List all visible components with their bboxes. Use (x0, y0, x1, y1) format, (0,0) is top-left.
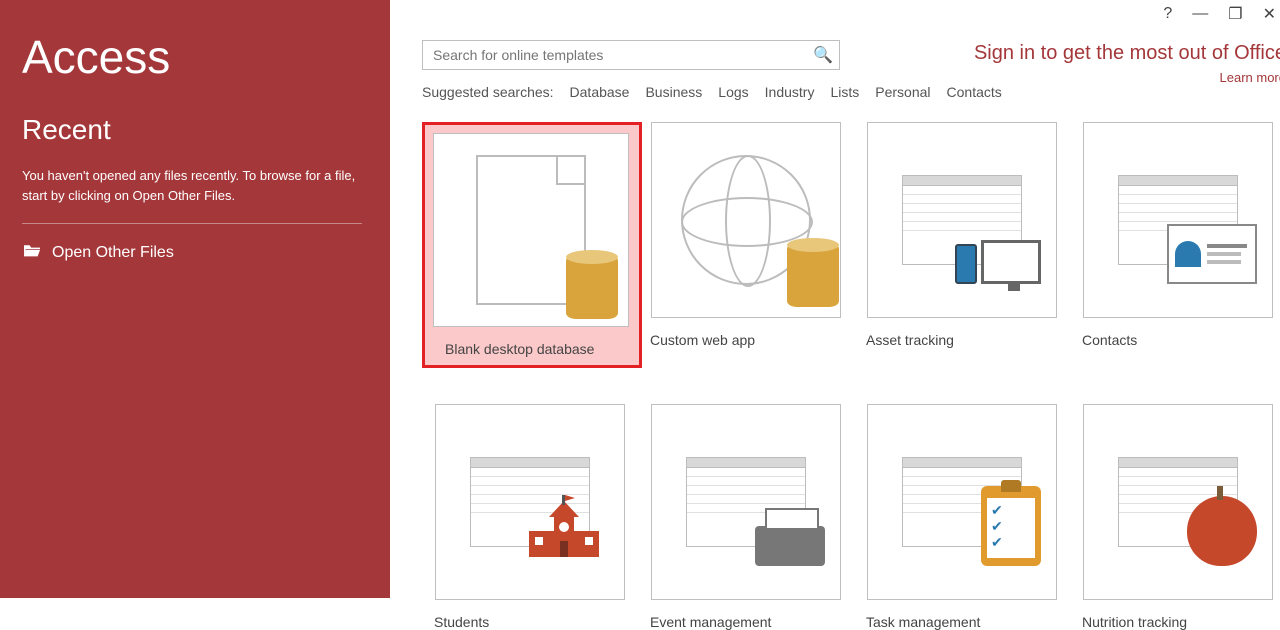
template-label: Event management (638, 614, 854, 630)
folder-open-icon (22, 242, 42, 263)
template-contacts[interactable]: Contacts (1070, 122, 1280, 368)
template-nutrition-tracking[interactable]: Nutrition tracking (1070, 404, 1280, 630)
template-students[interactable]: Students (422, 404, 638, 630)
apple-icon (1187, 496, 1257, 566)
learn-more-link[interactable]: Learn more (974, 70, 1280, 87)
phone-icon (955, 244, 977, 284)
template-asset-tracking[interactable]: Asset tracking (854, 122, 1070, 368)
suggested-link-industry[interactable]: Industry (765, 84, 815, 100)
table-icon (470, 457, 590, 547)
suggested-link-business[interactable]: Business (645, 84, 702, 100)
database-cylinder-icon (787, 243, 839, 307)
monitor-icon (981, 240, 1041, 284)
template-thumb: ✔ ✔ ✔ (867, 404, 1057, 600)
clipboard-icon: ✔ ✔ ✔ (981, 486, 1041, 566)
sign-in-prompt[interactable]: Sign in to get the most out of Office Le… (974, 40, 1280, 87)
search-icon[interactable]: 🔍 (813, 45, 833, 65)
template-label: Nutrition tracking (1070, 614, 1280, 630)
template-label: Custom web app (638, 332, 854, 348)
sign-in-text: Sign in to get the most out of Office (974, 42, 1280, 64)
open-other-files-label: Open Other Files (52, 244, 174, 262)
template-event-management[interactable]: Event management (638, 404, 854, 630)
table-icon (686, 457, 806, 547)
suggested-label: Suggested searches: (422, 84, 554, 100)
suggested-link-personal[interactable]: Personal (875, 84, 930, 100)
suggested-link-database[interactable]: Database (570, 84, 630, 100)
template-label: Contacts (1070, 332, 1280, 348)
template-thumb (1083, 122, 1273, 318)
template-label: Task management (854, 614, 1070, 630)
printer-icon (755, 526, 825, 566)
divider (22, 223, 362, 224)
template-thumb (1083, 404, 1273, 600)
template-label: Students (422, 614, 638, 630)
database-cylinder-icon (566, 255, 618, 319)
open-other-files-button[interactable]: Open Other Files (22, 242, 368, 263)
sidebar: Access Recent You haven't opened any fil… (0, 0, 390, 598)
template-thumb (651, 404, 841, 600)
template-label: Blank desktop database (433, 341, 631, 357)
template-task-management[interactable]: ✔ ✔ ✔ Task management (854, 404, 1070, 630)
recent-message: You haven't opened any files recently. T… (22, 166, 362, 205)
search-input[interactable] (433, 47, 813, 63)
close-button[interactable]: ✕ (1263, 4, 1276, 24)
template-blank-desktop-database[interactable]: Blank desktop database (422, 122, 642, 368)
person-icon (1175, 241, 1201, 267)
template-thumb (867, 122, 1057, 318)
search-box[interactable]: 🔍 (422, 40, 840, 70)
help-button[interactable]: ? (1163, 5, 1172, 23)
template-thumb (433, 133, 629, 327)
suggested-link-lists[interactable]: Lists (830, 84, 859, 100)
table-icon (902, 175, 1022, 265)
table-icon (1118, 175, 1238, 265)
recent-heading: Recent (22, 114, 368, 146)
template-thumb (651, 122, 841, 318)
table-icon: ✔ ✔ ✔ (902, 457, 1022, 547)
minimize-button[interactable]: — (1192, 5, 1208, 23)
restore-button[interactable]: ❐ (1228, 4, 1242, 24)
table-icon (1118, 457, 1238, 547)
school-icon (519, 491, 609, 566)
template-thumb (435, 404, 625, 600)
main-area: ? — ❐ ✕ Sign in to get the most out of O… (390, 0, 1280, 598)
window-controls: ? — ❐ ✕ (1163, 4, 1276, 24)
app-title: Access (22, 30, 368, 84)
template-custom-web-app[interactable]: Custom web app (638, 122, 854, 368)
contact-card-icon (1167, 224, 1257, 284)
template-label: Asset tracking (854, 332, 1070, 348)
template-grid: Blank desktop database Custom web app (422, 122, 1280, 630)
suggested-link-logs[interactable]: Logs (718, 84, 748, 100)
